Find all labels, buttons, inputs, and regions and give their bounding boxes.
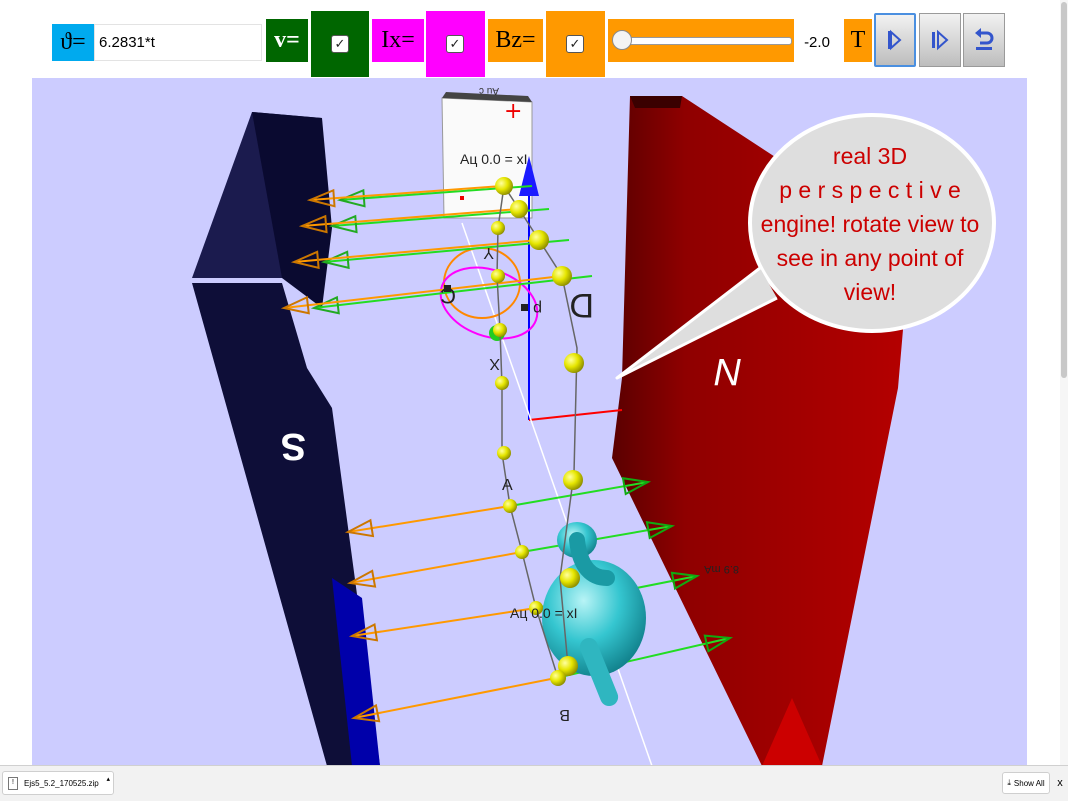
bz-label: Bz= (488, 19, 543, 62)
reset-icon (975, 28, 994, 50)
download-arrow-icon: ⤓ (1007, 778, 1011, 787)
slider-panel (608, 19, 794, 62)
pole-n-label: N (714, 350, 742, 392)
minus-marker (460, 196, 464, 200)
slider-track[interactable] (616, 37, 792, 45)
loop-label-x: X (489, 355, 500, 372)
wire-node (564, 353, 584, 373)
wire-node (497, 446, 511, 460)
play-button[interactable] (874, 13, 916, 67)
wire-node (491, 269, 505, 283)
wire-node (495, 376, 509, 390)
download-bar: ! Ejs5_5.2_170525.zip ▴ ⤓ Show All x (0, 765, 1068, 801)
bottom-value-label: Aц 0.0 = xI (510, 605, 578, 621)
v-checkbox[interactable]: ✓ (331, 35, 349, 53)
loop-label-c: C (440, 283, 456, 308)
reset-button[interactable] (963, 13, 1005, 67)
wire-node (529, 230, 549, 250)
callout-line-4: see in any point of (777, 245, 964, 271)
wire-node (515, 545, 529, 559)
info-panel-top-label: Au c (479, 85, 499, 96)
download-file-name: Ejs5_5.2_170525.zip (24, 778, 99, 788)
plus-marker: + (504, 99, 522, 124)
page-scrollbar[interactable] (1060, 0, 1068, 765)
theta-input[interactable]: 6.2831*t (94, 24, 262, 61)
step-forward-button[interactable] (919, 13, 961, 67)
control-point (521, 304, 528, 311)
bottom-value-label-right: 8.9 mA (703, 563, 739, 575)
wire-node (550, 670, 566, 686)
loop-label-p: p (533, 300, 542, 317)
ix-label: Ix= (372, 19, 424, 62)
download-menu-icon[interactable]: ▴ (106, 775, 110, 783)
ix-checkbox[interactable]: ✓ (446, 35, 464, 53)
wire-node (560, 568, 580, 588)
simulation-view[interactable]: S N real 3D p e r s p e c t i v e engine… (32, 78, 1027, 766)
show-all-button[interactable]: ⤓ Show All (1002, 772, 1050, 794)
info-panel: Au c Aц 0.0 = xI + (441, 85, 533, 219)
callout-line-3: engine! rotate view to (761, 211, 980, 237)
bz-checkbox[interactable]: ✓ (566, 35, 584, 53)
file-icon: ! (8, 776, 18, 790)
wire-node (495, 177, 513, 195)
v-label: v= (266, 19, 308, 62)
show-all-label: Show All (1013, 778, 1045, 788)
callout-line-2: p e r s p e c t i v e (779, 177, 961, 203)
loop-label-b: B (559, 706, 570, 723)
theta-label: ϑ= (52, 24, 94, 61)
wire-node (563, 470, 583, 490)
wire-node (552, 266, 572, 286)
wire-node (491, 221, 505, 235)
close-icon: x (1057, 777, 1063, 789)
loop-label-d: D (569, 286, 594, 324)
callout-line-5: view! (844, 279, 896, 305)
slider-thumb[interactable] (612, 30, 632, 50)
ix-checkbox-panel: ✓ (426, 11, 485, 77)
wire-node (503, 499, 517, 513)
slider-value[interactable]: -2.0 (794, 24, 840, 61)
t-label: T (844, 19, 872, 62)
step-forward-icon (932, 29, 949, 51)
callout-line-1: real 3D (833, 143, 907, 169)
close-download-bar-button[interactable]: x (1054, 776, 1066, 790)
theta-input-value: 6.2831*t (99, 34, 155, 51)
pole-s-label: S (281, 425, 306, 467)
bz-checkbox-panel: ✓ (546, 11, 605, 77)
play-icon (888, 29, 902, 51)
download-item[interactable]: ! Ejs5_5.2_170525.zip ▴ (2, 771, 114, 795)
loop-label-y: Y (483, 244, 494, 261)
slider-value-text: -2.0 (804, 34, 830, 51)
scrollbar-thumb[interactable] (1061, 2, 1067, 378)
info-panel-text: Aц 0.0 = xI (460, 151, 528, 167)
loop-label-a: A (502, 477, 513, 494)
wire-node (493, 323, 507, 337)
wire-node (510, 200, 528, 218)
v-checkbox-panel: ✓ (311, 11, 369, 77)
